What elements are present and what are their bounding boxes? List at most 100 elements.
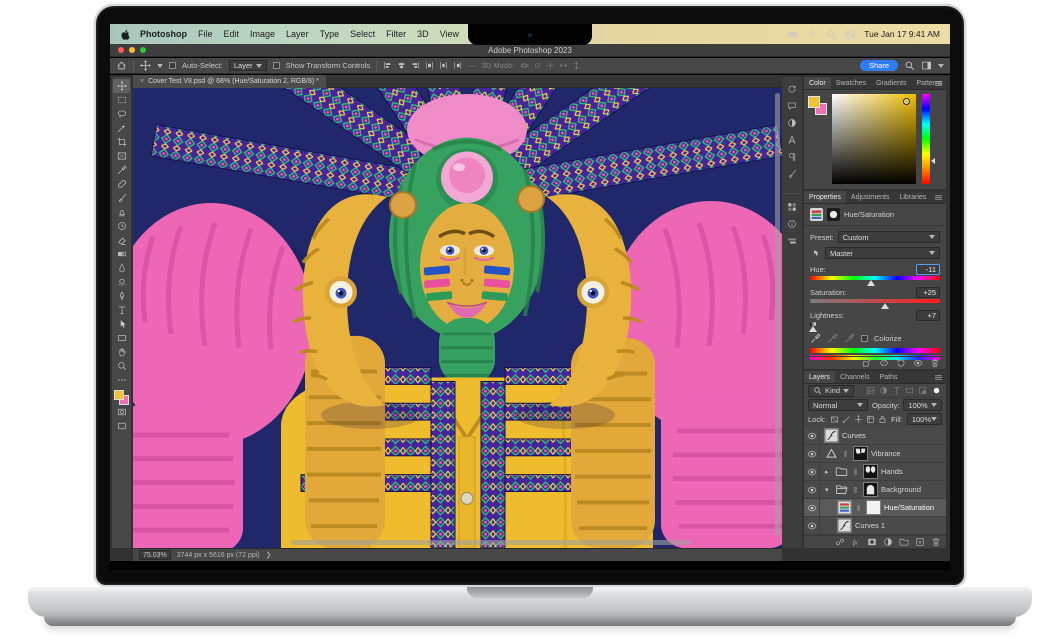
tool-blur[interactable] bbox=[113, 261, 130, 275]
tool-stamp[interactable] bbox=[113, 205, 130, 219]
menu-filter[interactable]: Filter bbox=[386, 29, 406, 39]
lock-pixels-icon[interactable] bbox=[842, 415, 851, 424]
info-icon[interactable] bbox=[787, 219, 797, 229]
hue-slider-thumb[interactable] bbox=[867, 280, 876, 286]
menu-image[interactable]: Image bbox=[250, 29, 275, 39]
battery-icon[interactable] bbox=[788, 29, 799, 40]
hamburger-icon[interactable] bbox=[934, 373, 943, 382]
layer-visibility-toggle[interactable] bbox=[804, 445, 820, 462]
reset-icon[interactable] bbox=[896, 358, 906, 368]
tool-screen-mode[interactable] bbox=[113, 419, 130, 433]
fill-select[interactable]: 100% bbox=[906, 413, 942, 425]
layer-visibility-toggle[interactable] bbox=[804, 517, 820, 534]
share-button[interactable]: Share bbox=[859, 60, 898, 71]
timeline-icon[interactable] bbox=[787, 236, 797, 246]
hue-strip-handle[interactable] bbox=[931, 158, 935, 164]
comments-icon[interactable] bbox=[787, 101, 797, 111]
distribute-right-icon[interactable] bbox=[453, 61, 462, 70]
eyedropper-plus-icon[interactable] bbox=[827, 333, 838, 344]
tool-brush[interactable] bbox=[113, 191, 130, 205]
show-transform-checkbox[interactable] bbox=[272, 62, 280, 69]
tool-object-selection[interactable] bbox=[113, 121, 130, 135]
opacity-select[interactable]: 100% bbox=[903, 399, 942, 411]
chevron-down-icon[interactable] bbox=[938, 63, 944, 68]
tool-shape[interactable] bbox=[113, 331, 130, 345]
layer-row-hue-saturation[interactable]: Hue/Saturation bbox=[804, 499, 946, 517]
menu-3d[interactable]: 3D bbox=[417, 29, 429, 39]
search-icon[interactable] bbox=[904, 60, 915, 71]
align-left-icon[interactable] bbox=[383, 61, 392, 70]
targeted-adjustment-icon[interactable] bbox=[810, 248, 821, 259]
layer-row-background[interactable]: ▾ Background bbox=[804, 481, 946, 499]
pixel-icon[interactable] bbox=[866, 386, 875, 395]
tool-zoom[interactable] bbox=[113, 359, 130, 373]
layer-filter-kind-select[interactable]: Kind bbox=[808, 384, 855, 397]
status-chevron-icon[interactable]: ❯ bbox=[266, 551, 272, 559]
layer-visibility-toggle[interactable] bbox=[804, 481, 820, 498]
tool-type[interactable] bbox=[113, 303, 130, 317]
align-right-icon[interactable] bbox=[411, 61, 420, 70]
layer-row-curves[interactable]: Curves bbox=[804, 427, 946, 445]
swatch-grid-icon[interactable] bbox=[787, 202, 797, 212]
saturation-slider[interactable] bbox=[810, 299, 940, 309]
character-icon[interactable] bbox=[787, 135, 797, 145]
properties-tab-libraries[interactable]: Libraries bbox=[894, 191, 931, 203]
tool-heal[interactable] bbox=[113, 177, 130, 191]
distribute-left-icon[interactable] bbox=[425, 61, 434, 70]
foreground-swatch[interactable] bbox=[114, 390, 124, 400]
adjustment-icon[interactable] bbox=[883, 537, 893, 547]
dolly-icon[interactable] bbox=[572, 61, 581, 70]
foreground-color-swatch[interactable] bbox=[808, 96, 820, 108]
tool-crop[interactable] bbox=[113, 135, 130, 149]
color-swatch-pair[interactable] bbox=[808, 96, 828, 116]
foreground-background-swatches[interactable] bbox=[114, 390, 129, 405]
smart-object-icon[interactable] bbox=[918, 386, 927, 395]
layer-row-hands[interactable]: ▸ Hands bbox=[804, 463, 946, 481]
layer-visibility-toggle[interactable] bbox=[804, 463, 820, 480]
lightness-slider[interactable] bbox=[809, 322, 818, 332]
tool-hand[interactable] bbox=[113, 345, 130, 359]
color-tab-color[interactable]: Color bbox=[804, 77, 831, 89]
hue-strip[interactable] bbox=[922, 94, 930, 184]
tool-quickmask[interactable] bbox=[113, 405, 130, 419]
menu-layer[interactable]: Layer bbox=[286, 29, 309, 39]
orbit-icon[interactable] bbox=[520, 61, 529, 70]
slide-icon[interactable] bbox=[559, 61, 568, 70]
tool-path-select[interactable] bbox=[113, 317, 130, 331]
chevron-down-icon[interactable] bbox=[157, 63, 163, 68]
eyedropper-icon[interactable] bbox=[810, 333, 821, 344]
workspace-icon[interactable] bbox=[921, 60, 932, 71]
tool-eyedropper[interactable] bbox=[113, 163, 130, 177]
lock-position-icon[interactable] bbox=[854, 414, 863, 424]
menu-type[interactable]: Type bbox=[320, 29, 340, 39]
color-picker-handle[interactable] bbox=[903, 98, 910, 105]
canvas-vertical-scrollbar[interactable] bbox=[775, 93, 780, 536]
lightness-value-field[interactable]: +7 bbox=[916, 309, 940, 321]
expand-group-icon[interactable]: ▸ bbox=[825, 468, 831, 476]
properties-tab-adjustments[interactable]: Adjustments bbox=[846, 191, 895, 203]
color-tab-gradients[interactable]: Gradients bbox=[871, 77, 911, 89]
colorize-checkbox[interactable] bbox=[861, 335, 868, 342]
document-canvas[interactable] bbox=[133, 88, 782, 548]
type-icon[interactable] bbox=[892, 386, 901, 395]
menu-select[interactable]: Select bbox=[350, 29, 375, 39]
new-layer-icon[interactable] bbox=[915, 537, 925, 547]
trash-icon[interactable] bbox=[930, 358, 940, 368]
layers-tab-layers[interactable]: Layers bbox=[804, 371, 836, 383]
history-icon[interactable] bbox=[787, 84, 797, 94]
wifi-icon[interactable] bbox=[807, 29, 818, 40]
menu-file[interactable]: File bbox=[198, 29, 213, 39]
color-tab-swatches[interactable]: Swatches bbox=[831, 77, 871, 89]
preset-select[interactable]: Custom bbox=[837, 231, 940, 243]
zoom-level-field[interactable]: 75.03% bbox=[139, 550, 171, 560]
eye-icon[interactable] bbox=[913, 358, 923, 368]
window-titlebar[interactable]: Adobe Photoshop 2023 bbox=[110, 44, 950, 57]
align-center-icon[interactable] bbox=[397, 61, 406, 70]
filter-toggle-icon[interactable] bbox=[931, 385, 942, 396]
properties-tab-properties[interactable]: Properties bbox=[804, 191, 846, 203]
lock-artboard-icon[interactable] bbox=[866, 415, 875, 424]
hue-value-field[interactable]: -11 bbox=[916, 263, 940, 275]
auto-select-checkbox[interactable] bbox=[169, 62, 176, 69]
tool-move[interactable] bbox=[113, 79, 130, 93]
trash-icon[interactable] bbox=[931, 537, 941, 547]
